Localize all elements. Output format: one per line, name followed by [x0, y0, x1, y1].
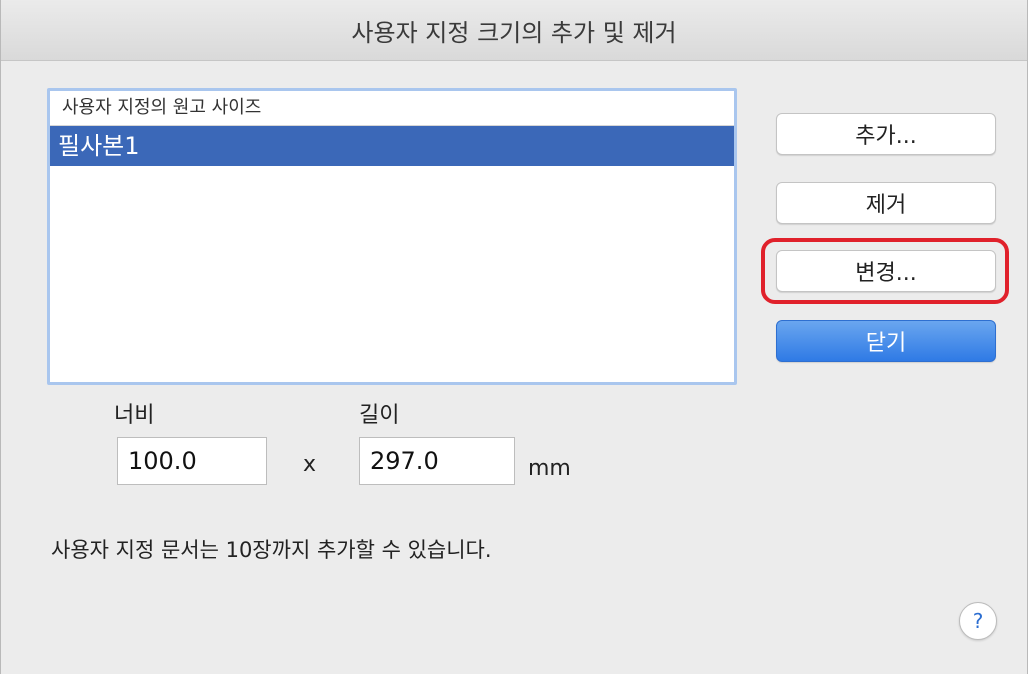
- info-text: 사용자 지정 문서는 10장까지 추가할 수 있습니다.: [51, 538, 492, 562]
- list-item-selected[interactable]: 필사본1: [50, 126, 734, 166]
- list-header: 사용자 지정의 원고 사이즈: [50, 91, 734, 126]
- remove-button[interactable]: 제거: [776, 182, 996, 224]
- change-button-highlight: [761, 238, 1009, 304]
- dialog-window: 사용자 지정 크기의 추가 및 제거 사용자 지정의 원고 사이즈 필사본1 추…: [0, 0, 1028, 674]
- custom-size-list[interactable]: 사용자 지정의 원고 사이즈 필사본1: [47, 88, 737, 385]
- window-title: 사용자 지정 크기의 추가 및 제거: [1, 0, 1027, 61]
- length-input[interactable]: [359, 437, 515, 485]
- add-button[interactable]: 추가...: [776, 113, 996, 155]
- width-input[interactable]: [117, 437, 267, 485]
- width-label: 너비: [114, 403, 155, 428]
- length-label: 길이: [359, 403, 400, 428]
- dimension-separator: x: [303, 452, 317, 477]
- help-icon[interactable]: ?: [959, 602, 997, 640]
- close-button[interactable]: 닫기: [776, 320, 996, 362]
- unit-label: mm: [528, 456, 571, 481]
